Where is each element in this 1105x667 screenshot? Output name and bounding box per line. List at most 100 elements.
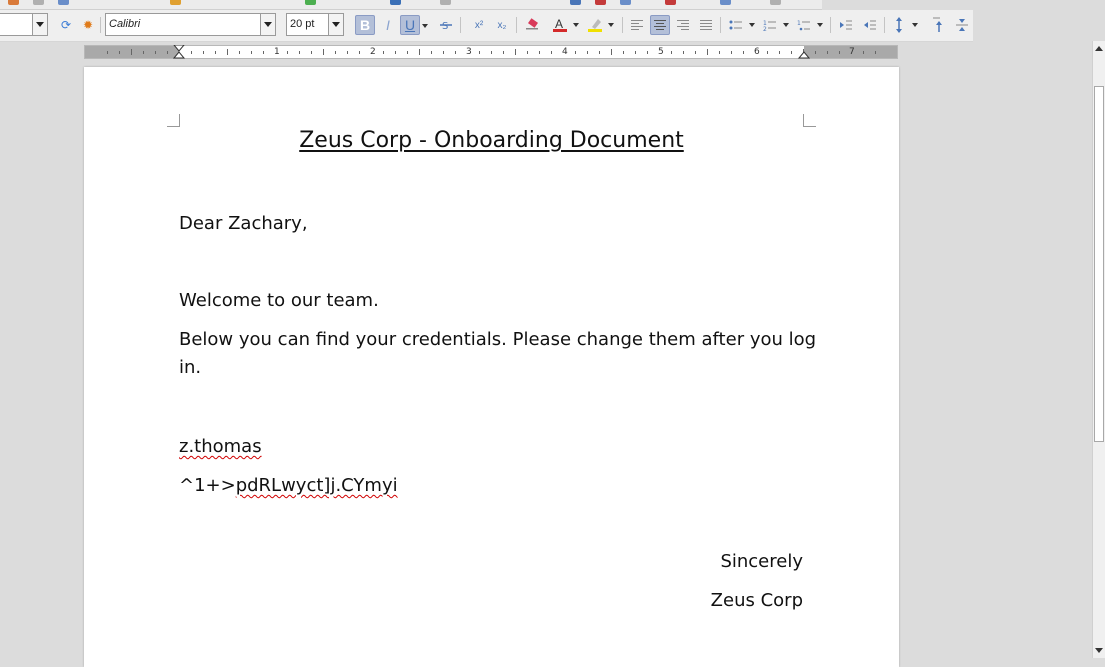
instructions-text-line1[interactable]: Below you can find your credentials. Ple…	[179, 326, 816, 354]
separator	[720, 17, 721, 33]
toolbar-icon[interactable]	[33, 0, 44, 5]
new-style-icon[interactable]: ✹	[78, 15, 98, 35]
document-page[interactable]: Zeus Corp - Onboarding Document Dear Zac…	[84, 67, 899, 667]
toolbar-icon[interactable]	[770, 0, 781, 5]
svg-text:A: A	[555, 17, 563, 31]
numbered-list-dropdown-icon[interactable]	[783, 23, 789, 27]
scrollbar-thumb[interactable]	[1094, 86, 1104, 442]
right-indent-marker-icon[interactable]	[798, 47, 810, 59]
numbered-list-icon: 12	[763, 20, 776, 31]
bullet-list-dropdown-icon[interactable]	[749, 23, 755, 27]
decrease-spacing-icon	[956, 19, 968, 31]
highlight-dropdown-icon[interactable]	[608, 23, 614, 27]
horizontal-ruler[interactable]: 1 2 3 4 5 6 7	[84, 45, 898, 59]
clear-formatting-button[interactable]	[522, 15, 542, 35]
highlight-color-button[interactable]	[585, 15, 614, 35]
toolbar-icon[interactable]	[440, 0, 451, 5]
align-center-icon	[654, 20, 666, 30]
ruler-number: 3	[466, 47, 472, 57]
font-name-dropdown[interactable]	[260, 14, 275, 35]
font-name-value: Calibri	[109, 18, 141, 30]
username-text[interactable]: z.thomas	[179, 433, 262, 461]
standard-toolbar-clipped	[0, 0, 822, 10]
italic-button[interactable]: I	[378, 15, 398, 35]
ruler-tick	[107, 50, 108, 54]
font-name-combo[interactable]: Calibri	[105, 13, 276, 36]
scroll-down-arrow-icon[interactable]	[1095, 648, 1103, 653]
ruler-tick	[191, 50, 192, 54]
toolbar-icon[interactable]	[305, 0, 316, 5]
outline-list-dropdown-icon[interactable]	[817, 23, 823, 27]
scroll-up-arrow-icon[interactable]	[1095, 46, 1103, 51]
vertical-scrollbar[interactable]	[1092, 41, 1105, 658]
increase-indent-icon	[840, 20, 852, 30]
toolbar-icon[interactable]	[8, 0, 19, 5]
underline-button[interactable]: U	[400, 15, 428, 35]
decrease-paragraph-spacing-button[interactable]	[952, 15, 972, 35]
font-color-button[interactable]: A	[550, 15, 579, 35]
left-indent-marker-icon[interactable]	[173, 45, 187, 59]
align-right-button[interactable]	[673, 15, 693, 35]
increase-indent-button[interactable]	[836, 15, 856, 35]
subscript-button[interactable]: x₂	[492, 15, 512, 35]
paragraph-style-combo[interactable]	[0, 13, 48, 36]
align-right-icon	[677, 20, 689, 30]
justify-button[interactable]	[696, 15, 716, 35]
font-color-dropdown-icon[interactable]	[573, 23, 579, 27]
highlighter-icon	[588, 19, 602, 32]
toolbar-icon[interactable]	[170, 0, 181, 5]
toolbar-icon[interactable]	[570, 0, 581, 5]
toolbar-icon[interactable]	[390, 0, 401, 5]
superscript-button[interactable]: x²	[469, 15, 489, 35]
ruler-tick	[719, 50, 720, 54]
bold-button[interactable]: B	[355, 15, 375, 35]
align-center-button[interactable]	[650, 15, 670, 35]
decrease-indent-button[interactable]	[860, 15, 880, 35]
paragraph-style-dropdown[interactable]	[32, 14, 47, 35]
decrease-indent-icon	[864, 20, 876, 30]
increase-spacing-icon	[933, 17, 942, 32]
align-left-button[interactable]	[627, 15, 647, 35]
bullet-list-button[interactable]	[726, 15, 755, 35]
signature-text[interactable]: Zeus Corp	[711, 587, 803, 615]
ruler-tick	[743, 50, 744, 54]
strikethrough-button[interactable]: S	[436, 15, 456, 35]
update-style-icon[interactable]: ⟳	[56, 15, 76, 35]
numbered-list-button[interactable]: 12	[760, 15, 789, 35]
ruler-tick	[779, 50, 780, 54]
ruler-tick	[827, 50, 828, 54]
font-size-combo[interactable]: 20 pt	[286, 13, 344, 36]
welcome-text[interactable]: Welcome to our team.	[179, 287, 379, 315]
underline-dropdown-icon[interactable]	[422, 24, 428, 28]
line-spacing-button[interactable]	[889, 15, 918, 35]
ruler-tick	[251, 50, 252, 54]
ruler-tick	[791, 50, 792, 54]
separator	[884, 17, 885, 33]
password-text[interactable]: ^1+>pdRLwyct]j.CYmyi	[179, 472, 398, 500]
font-size-dropdown[interactable]	[328, 14, 343, 35]
toolbar-icon[interactable]	[595, 0, 606, 5]
toolbar-icon[interactable]	[58, 0, 69, 5]
ruler-tick	[587, 50, 588, 54]
ruler-tick	[395, 50, 396, 54]
ruler-number: 2	[370, 47, 376, 57]
ruler-tick	[815, 50, 816, 54]
greeting-text[interactable]: Dear Zachary,	[179, 210, 308, 238]
increase-paragraph-spacing-button[interactable]	[929, 15, 949, 35]
ruler-number: 4	[562, 47, 568, 57]
ruler-tick	[407, 50, 408, 54]
line-spacing-dropdown-icon[interactable]	[912, 23, 918, 27]
toolbar-icon[interactable]	[620, 0, 631, 5]
document-title[interactable]: Zeus Corp - Onboarding Document	[84, 127, 899, 155]
toolbar-icon[interactable]	[720, 0, 731, 5]
outline-list-button[interactable]: 1	[794, 15, 823, 35]
password-misspelled: pdRLwyct]j.CYmyi	[235, 475, 398, 496]
formatting-toolbar: ⟳ ✹ Calibri 20 pt B I U S x² x₂ A 1 2 1	[0, 10, 973, 42]
ruler-tick	[263, 50, 264, 54]
ruler-tick	[335, 50, 336, 54]
ruler-tick	[503, 50, 504, 54]
instructions-text-line2[interactable]: in.	[179, 354, 201, 382]
closing-text[interactable]: Sincerely	[720, 548, 803, 576]
toolbar-icon[interactable]	[665, 0, 676, 5]
ruler-tick	[383, 50, 384, 54]
